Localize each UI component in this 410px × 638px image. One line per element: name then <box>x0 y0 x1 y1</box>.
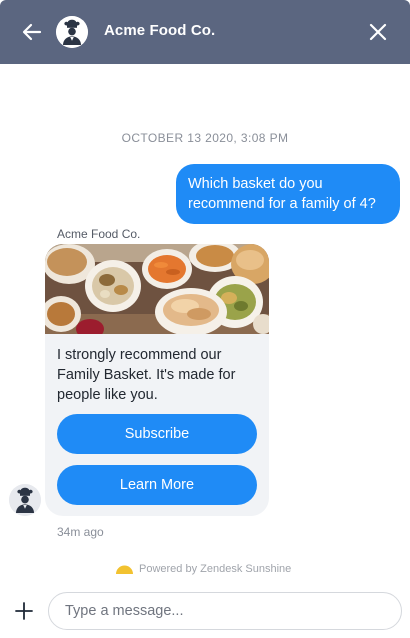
business-avatar <box>56 16 88 48</box>
carousel-card: I strongly recommend our Family Basket. … <box>45 244 269 516</box>
chef-avatar-icon <box>56 16 88 48</box>
food-basket-image <box>45 244 269 334</box>
add-attachment-button[interactable] <box>13 600 35 622</box>
sender-name: Acme Food Co. <box>57 227 141 241</box>
subscribe-button[interactable]: Subscribe <box>57 414 257 454</box>
header-title: Acme Food Co. <box>104 22 216 39</box>
plus-icon <box>15 602 33 620</box>
close-icon <box>369 23 387 41</box>
message-timestamp: 34m ago <box>57 525 104 539</box>
back-button[interactable] <box>20 20 44 44</box>
date-separator: OCTOBER 13 2020, 3:08 PM <box>121 131 289 145</box>
card-message-text: I strongly recommend our Family Basket. … <box>57 347 236 403</box>
powered-by-text: Powered by Zendesk Sunshine <box>139 563 292 575</box>
arrow-left-icon <box>22 23 42 41</box>
message-input[interactable] <box>48 592 402 630</box>
close-button[interactable] <box>367 21 389 43</box>
bot-avatar <box>9 484 41 516</box>
chat-header: Acme Food Co. <box>0 0 410 64</box>
user-message-bubble: Which basket do you recommend for a fami… <box>176 164 400 224</box>
sunshine-logo-icon <box>116 565 133 574</box>
learn-more-button[interactable]: Learn More <box>57 465 257 505</box>
chef-avatar-icon <box>9 484 41 516</box>
powered-by[interactable]: Powered by Zendesk Sunshine <box>116 562 291 576</box>
